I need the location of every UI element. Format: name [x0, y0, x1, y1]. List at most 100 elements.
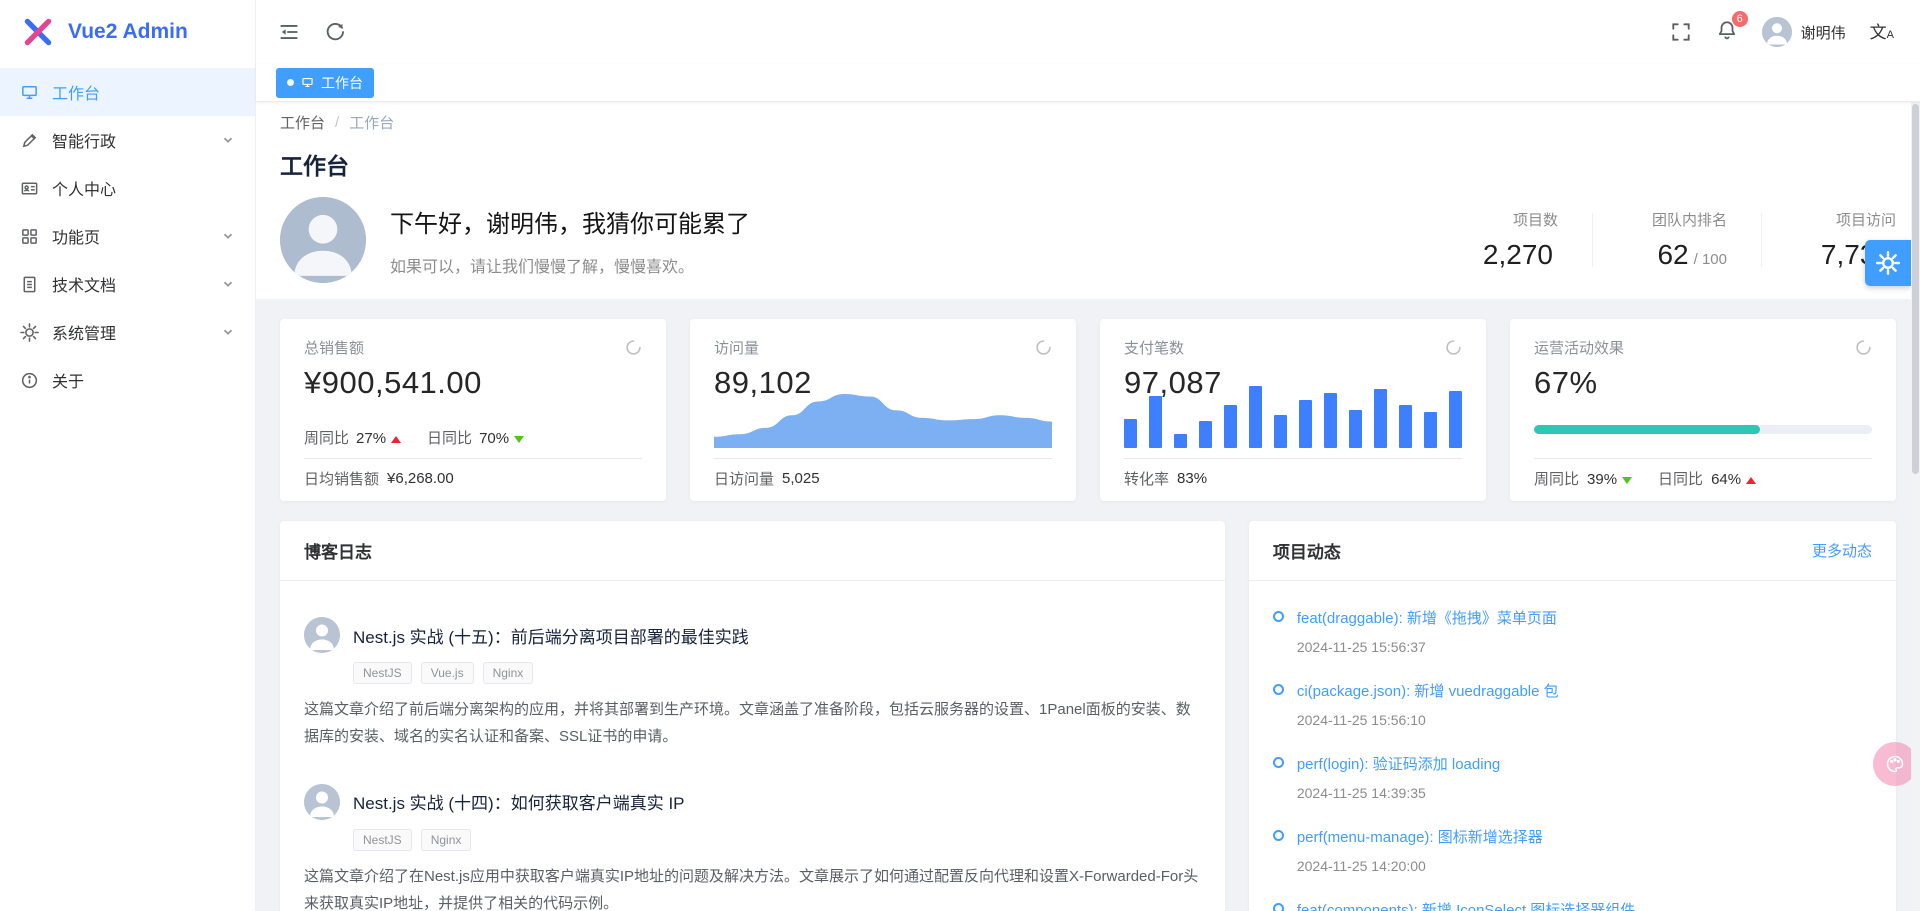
sidebar-item-label: 工作台: [52, 86, 101, 103]
bar: [1399, 405, 1412, 448]
commit-link[interactable]: ci(package.json): 新增 vuedraggable 包: [1297, 680, 1559, 701]
refresh-icon[interactable]: [1035, 339, 1052, 356]
tag: Nginx: [482, 662, 534, 685]
divider: [304, 458, 642, 459]
scrollbar-thumb[interactable]: [1912, 104, 1919, 474]
fold-sidebar-icon[interactable]: [278, 21, 300, 43]
breadcrumb-item[interactable]: 工作台: [280, 112, 325, 133]
pen-icon: [22, 133, 37, 147]
refresh-icon[interactable]: [1855, 339, 1872, 356]
bar: [1274, 414, 1287, 448]
trend-week: 周同比 39%: [1534, 468, 1633, 489]
chevron-down-icon: [223, 329, 233, 335]
author-avatar: [304, 783, 340, 820]
trend-day: 日同比 70%: [427, 427, 525, 448]
logo-icon: [24, 18, 52, 46]
sidebar-item-about[interactable]: 关于: [0, 356, 255, 404]
caret-up-icon: [391, 436, 402, 443]
sidebar-item-pages[interactable]: 功能页: [0, 212, 255, 260]
blog-item: Nest.js 实战 (十四)：如何获取客户端真实 IP NestJS Ngin…: [304, 783, 1201, 911]
topbar: 6 谢明伟 文A: [256, 0, 1920, 64]
card-value: 67%: [1534, 365, 1598, 400]
chevron-down-icon: [223, 137, 233, 143]
sidebar-item-label: 关于: [52, 374, 85, 391]
language-icon[interactable]: 文A: [1870, 24, 1894, 41]
settings-fab-button[interactable]: [1865, 240, 1911, 286]
caret-down-icon: [1622, 477, 1633, 484]
bar: [1149, 395, 1162, 448]
bar: [1199, 421, 1212, 448]
greeting-title: 下午好，谢明伟，我猜你可能累了: [390, 210, 750, 238]
stat-cards-row: 总销售额 ¥900,541.00 周同比 27% 日同比 70% 日均销售额 ¥6,2…: [280, 319, 1896, 501]
user-avatar: [1761, 17, 1792, 47]
divider: [1534, 458, 1872, 459]
fullscreen-icon[interactable]: [1670, 21, 1692, 43]
sidebar-item-label: 功能页: [52, 230, 101, 247]
sidebar-item-label: 智能行政: [52, 134, 117, 151]
trend-week: 周同比 27%: [304, 427, 402, 448]
tabs-bar: 工作台: [256, 64, 1920, 102]
app-title: Vue2 Admin: [68, 20, 188, 43]
card-payments: 支付笔数 97,087 转化率 83%: [1100, 319, 1486, 501]
bar: [1174, 433, 1187, 448]
sidebar: Vue2 Admin 工作台 智能行政 个人中心 功能页 技术文档 系统管理 关…: [0, 0, 256, 911]
blog-tags: NestJS Vue.js Nginx: [353, 662, 1201, 685]
caret-up-icon: [1746, 477, 1757, 484]
blog-post-title[interactable]: Nest.js 实战 (十五)：前后端分离项目部署的最佳实践: [353, 623, 749, 648]
author-avatar: [304, 617, 340, 653]
breadcrumb: 工作台 / 工作台: [280, 112, 1896, 133]
blog-card-title: 博客日志: [304, 543, 372, 562]
refresh-icon[interactable]: [625, 339, 642, 356]
activity-card: 项目动态 更多动态 feat(draggable): 新增《拖拽》菜单页面 20…: [1248, 521, 1896, 911]
divider: [1592, 213, 1593, 267]
trend-day: 日同比 64%: [1658, 468, 1757, 489]
blog-post-title[interactable]: Nest.js 实战 (十四)：如何获取客户端真实 IP: [353, 789, 685, 814]
greeting-row: 下午好，谢明伟，我猜你可能累了 如果可以，请让我们慢慢了解，慢慢喜欢。 项目数 …: [280, 197, 1896, 283]
more-activity-link[interactable]: 更多动态: [1812, 540, 1872, 561]
commit-link[interactable]: feat(draggable): 新增《拖拽》菜单页面: [1297, 607, 1557, 628]
bar: [1249, 386, 1262, 448]
refresh-icon[interactable]: [324, 21, 346, 43]
notifications-button[interactable]: 6: [1716, 10, 1748, 46]
card-title: 支付笔数: [1124, 340, 1185, 357]
refresh-icon[interactable]: [1445, 339, 1462, 356]
timeline-item: perf(login): 验证码添加 loading 2024-11-25 14…: [1272, 753, 1872, 801]
tab-label: 工作台: [321, 74, 363, 91]
sidebar-item-docs[interactable]: 技术文档: [0, 260, 255, 308]
payments-bar-chart: [1124, 386, 1462, 448]
tab-workbench[interactable]: 工作台: [276, 67, 374, 98]
greeting-stats: 项目数 2,270 团队内排名 62/ 100 项目访问 7,735: [1458, 209, 1896, 271]
sidebar-item-system[interactable]: 系统管理: [0, 308, 255, 356]
blog-card: 博客日志 Nest.js 实战 (十五)：前后端分离项目部署的最佳实践 Nest…: [280, 521, 1225, 911]
page-content: 工作台 / 工作台 工作台 下午好，谢明伟，我猜你可能累了 如果可以，请让我们慢…: [256, 102, 1920, 911]
timeline-dot-icon: [1272, 684, 1284, 695]
bar: [1449, 390, 1462, 448]
timeline-dot-icon: [1272, 830, 1284, 841]
commit-link[interactable]: perf(login): 验证码添加 loading: [1297, 753, 1500, 774]
bar: [1224, 405, 1237, 448]
scrollbar-track[interactable]: [1911, 102, 1920, 911]
card-total-sales: 总销售额 ¥900,541.00 周同比 27% 日同比 70% 日均销售额 ¥6,2…: [280, 319, 666, 501]
blog-description: 这篇文章介绍了在Nest.js应用中获取客户端真实IP地址的问题及解决方法。文章…: [304, 868, 1199, 911]
stat-projects: 项目数 2,270: [1482, 212, 1558, 270]
page-title: 工作台: [280, 153, 349, 179]
divider: [1124, 458, 1462, 459]
app-root: Vue2 Admin 工作台 智能行政 个人中心 功能页 技术文档 系统管理 关…: [0, 0, 1920, 911]
commit-link[interactable]: feat(components): 新增 IconSelect 图标选择器组件: [1297, 899, 1635, 911]
sidebar-item-admin[interactable]: 智能行政: [0, 116, 255, 164]
bar: [1349, 409, 1362, 448]
chevron-down-icon: [223, 233, 233, 239]
timeline-item: feat(draggable): 新增《拖拽》菜单页面 2024-11-25 1…: [1272, 607, 1872, 655]
blog-tags: NestJS Nginx: [353, 828, 1201, 852]
bar: [1299, 400, 1312, 448]
sidebar-item-label: 系统管理: [52, 326, 117, 343]
app-logo[interactable]: Vue2 Admin: [0, 0, 255, 64]
user-menu[interactable]: 谢明伟: [1761, 17, 1846, 47]
commit-link[interactable]: perf(menu-manage): 图标新增选择器: [1297, 826, 1543, 847]
sidebar-item-profile[interactable]: 个人中心: [0, 164, 255, 212]
notification-badge: 6: [1731, 10, 1748, 27]
dashboard-icon: [22, 85, 37, 99]
sidebar-menu: 工作台 智能行政 个人中心 功能页 技术文档 系统管理 关于: [0, 64, 255, 404]
sidebar-item-workbench[interactable]: 工作台: [0, 68, 255, 116]
commit-time: 2024-11-25 15:56:37: [1296, 639, 1426, 655]
